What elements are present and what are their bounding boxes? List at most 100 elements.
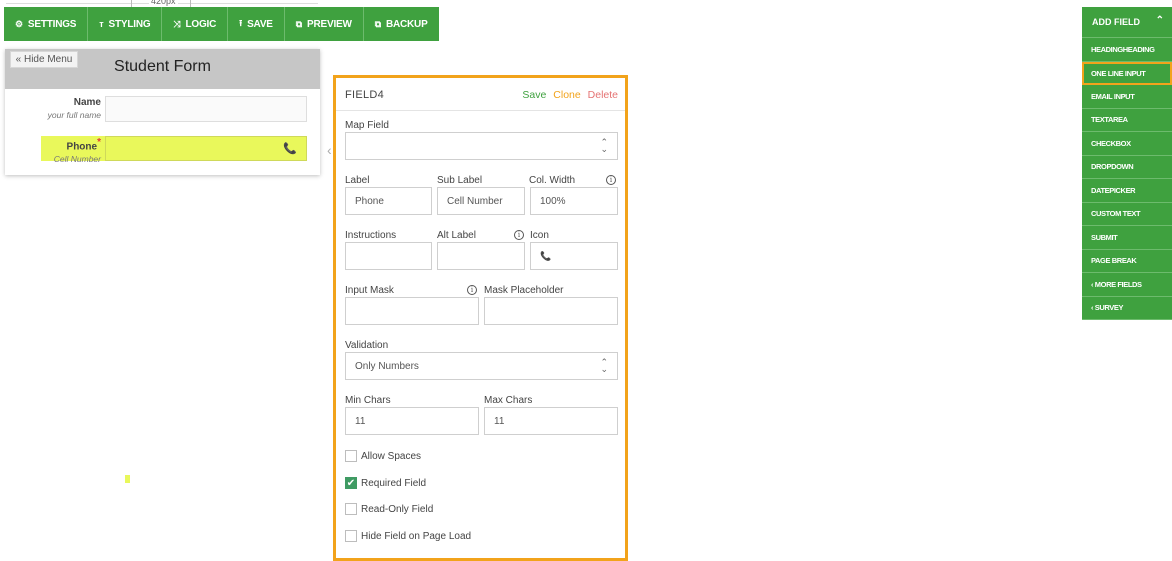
phone-input[interactable]: 📞 xyxy=(105,136,307,161)
phone-icon: 📞 xyxy=(540,250,552,261)
label-field-label: Label xyxy=(345,175,370,186)
altlabel-input[interactable] xyxy=(437,242,525,270)
allow-spaces-checkbox[interactable] xyxy=(345,450,357,462)
phone-sublabel: Cell Number xyxy=(53,154,101,165)
chevron-up-icon: ⌃ xyxy=(1155,15,1164,26)
required-field-option[interactable]: ✔ Required Field xyxy=(345,477,426,489)
logic-label: LOGIC xyxy=(185,18,217,30)
icon-picker[interactable]: 📞 xyxy=(530,242,618,270)
allow-spaces-option[interactable]: Allow Spaces xyxy=(345,450,421,462)
name-label: Name xyxy=(73,97,101,108)
hide-field-option[interactable]: Hide Field on Page Load xyxy=(345,530,471,542)
field-save-link[interactable]: Save xyxy=(522,89,546,101)
phone-icon: 📞 xyxy=(283,143,297,155)
save-label: SAVE xyxy=(247,18,273,30)
name-input[interactable] xyxy=(105,96,307,122)
survey-item[interactable]: ‹ SURVEY xyxy=(1082,296,1172,320)
minchars-field-label: Min Chars xyxy=(345,395,391,406)
add-field-sidebar: ADD FIELD ⌃ HEADINGHEADING ONE LINE INPU… xyxy=(1082,7,1172,320)
required-field-checkbox[interactable]: ✔ xyxy=(345,477,357,489)
maxchars-field-label: Max Chars xyxy=(484,395,533,406)
settings-button[interactable]: ⚙ SETTINGS xyxy=(4,7,89,41)
add-field-title: ADD FIELD xyxy=(1092,17,1140,27)
allow-spaces-label: Allow Spaces xyxy=(361,450,422,462)
logic-button[interactable]: ⤨ LOGIC xyxy=(162,7,229,41)
add-checkbox-item[interactable]: CHECKBOX xyxy=(1082,132,1172,156)
inputmask-input[interactable] xyxy=(345,297,479,325)
backup-button[interactable]: ⧉ BACKUP xyxy=(364,7,439,41)
gear-icon: ⚙ xyxy=(15,18,23,29)
add-dropdown-item[interactable]: DROPDOWN xyxy=(1082,155,1172,179)
add-email-input-item[interactable]: EMAIL INPUT xyxy=(1082,85,1172,109)
text-style-icon: ᴛ xyxy=(99,19,104,29)
add-custom-text-item[interactable]: CUSTOM TEXT xyxy=(1082,202,1172,226)
styling-label: STYLING xyxy=(108,18,151,30)
sublabel-field-label: Sub Label xyxy=(437,175,483,186)
settings-label: SETTINGS xyxy=(27,18,77,30)
select-updown-icon: ⌃ ⌄ xyxy=(600,357,608,374)
panel-actions: Save Clone Delete xyxy=(518,89,618,101)
hide-field-checkbox[interactable] xyxy=(345,530,357,542)
add-one-line-input-item[interactable]: ONE LINE INPUT xyxy=(1082,61,1172,85)
field-editor-panel: FIELD4 Save Clone Delete Map Field ⌃ ⌄ La… xyxy=(333,75,628,561)
preview-label: PREVIEW xyxy=(307,18,352,30)
readonly-field-checkbox[interactable] xyxy=(345,503,357,515)
add-page-break-item[interactable]: PAGE BREAK xyxy=(1082,249,1172,273)
field-clone-link[interactable]: Clone xyxy=(553,89,580,101)
validation-value: Only Numbers xyxy=(355,360,419,372)
phone-label: Phone* xyxy=(5,137,101,152)
form-preview-card: « Hide Menu Student Form Name your full … xyxy=(5,49,320,175)
name-sublabel: your full name xyxy=(47,110,101,120)
map-field-label: Map Field xyxy=(345,120,389,131)
external-link-icon: ⧉ xyxy=(374,18,381,29)
altlabel-field-label: Alt Label xyxy=(437,230,476,241)
icon-field-label: Icon xyxy=(530,230,549,241)
field-delete-link[interactable]: Delete xyxy=(588,89,618,101)
info-icon[interactable]: i xyxy=(514,230,524,240)
maskplaceholder-field-label: Mask Placeholder xyxy=(484,285,564,296)
required-marker: * xyxy=(97,137,101,148)
colwidth-field-label: Col. Width xyxy=(529,175,576,186)
shuffle-icon: ⤨ xyxy=(173,18,181,29)
canvas-width-label: 420px xyxy=(149,0,178,6)
validation-select[interactable]: Only Numbers ⌃ ⌄ xyxy=(345,352,618,380)
add-textarea-item[interactable]: TEXTAREA xyxy=(1082,108,1172,132)
phone-label-text: Phone xyxy=(66,141,98,153)
panel-header: FIELD4 Save Clone Delete xyxy=(336,78,625,111)
add-datepicker-item[interactable]: DATEPICKER xyxy=(1082,179,1172,203)
upload-icon: ⭱ xyxy=(239,18,243,28)
validation-field-label: Validation xyxy=(345,340,389,351)
save-button[interactable]: ⭱ SAVE xyxy=(228,7,285,41)
top-toolbar: ⚙ SETTINGS ᴛ STYLING ⤨ LOGIC ⭱ SAVE ⧉ PREVIEW… xyxy=(4,7,439,41)
add-submit-item[interactable]: SUBMIT xyxy=(1082,226,1172,250)
form-title: Student Form xyxy=(114,58,211,75)
styling-button[interactable]: ᴛ STYLING xyxy=(88,7,163,41)
add-heading-item[interactable]: HEADINGHEADING xyxy=(1082,38,1172,62)
colwidth-input[interactable]: 100% xyxy=(530,187,618,215)
map-field-select[interactable]: ⌃ ⌄ xyxy=(345,132,618,160)
label-input[interactable]: Phone xyxy=(345,187,432,215)
name-field-label: Name your full name xyxy=(5,97,101,120)
highlight-marker xyxy=(125,475,130,483)
info-icon[interactable]: i xyxy=(467,285,477,295)
minchars-input[interactable]: 11 xyxy=(345,407,479,435)
phone-field-label: Phone* Cell Number xyxy=(5,137,101,164)
maskplaceholder-input[interactable] xyxy=(484,297,618,325)
readonly-field-option[interactable]: Read-Only Field xyxy=(345,503,433,515)
instructions-input[interactable] xyxy=(345,242,432,270)
select-updown-icon: ⌃ ⌄ xyxy=(600,137,608,154)
more-fields-item[interactable]: ‹ MORE FIELDS xyxy=(1082,273,1172,297)
preview-button[interactable]: ⧉ PREVIEW xyxy=(285,7,364,41)
instructions-field-label: Instructions xyxy=(345,230,397,241)
info-icon[interactable]: i xyxy=(606,175,616,185)
inputmask-field-label: Input Mask xyxy=(345,285,394,296)
add-field-header[interactable]: ADD FIELD ⌃ xyxy=(1082,7,1172,38)
backup-label: BACKUP xyxy=(385,18,428,30)
required-field-label: Required Field xyxy=(361,477,427,489)
form-header: « Hide Menu Student Form xyxy=(5,49,320,89)
field-title: FIELD4 xyxy=(345,89,385,101)
maxchars-input[interactable]: 11 xyxy=(484,407,618,435)
external-link-icon: ⧉ xyxy=(295,18,303,29)
sublabel-input[interactable]: Cell Number xyxy=(437,187,525,215)
readonly-field-label: Read-Only Field xyxy=(361,503,434,515)
